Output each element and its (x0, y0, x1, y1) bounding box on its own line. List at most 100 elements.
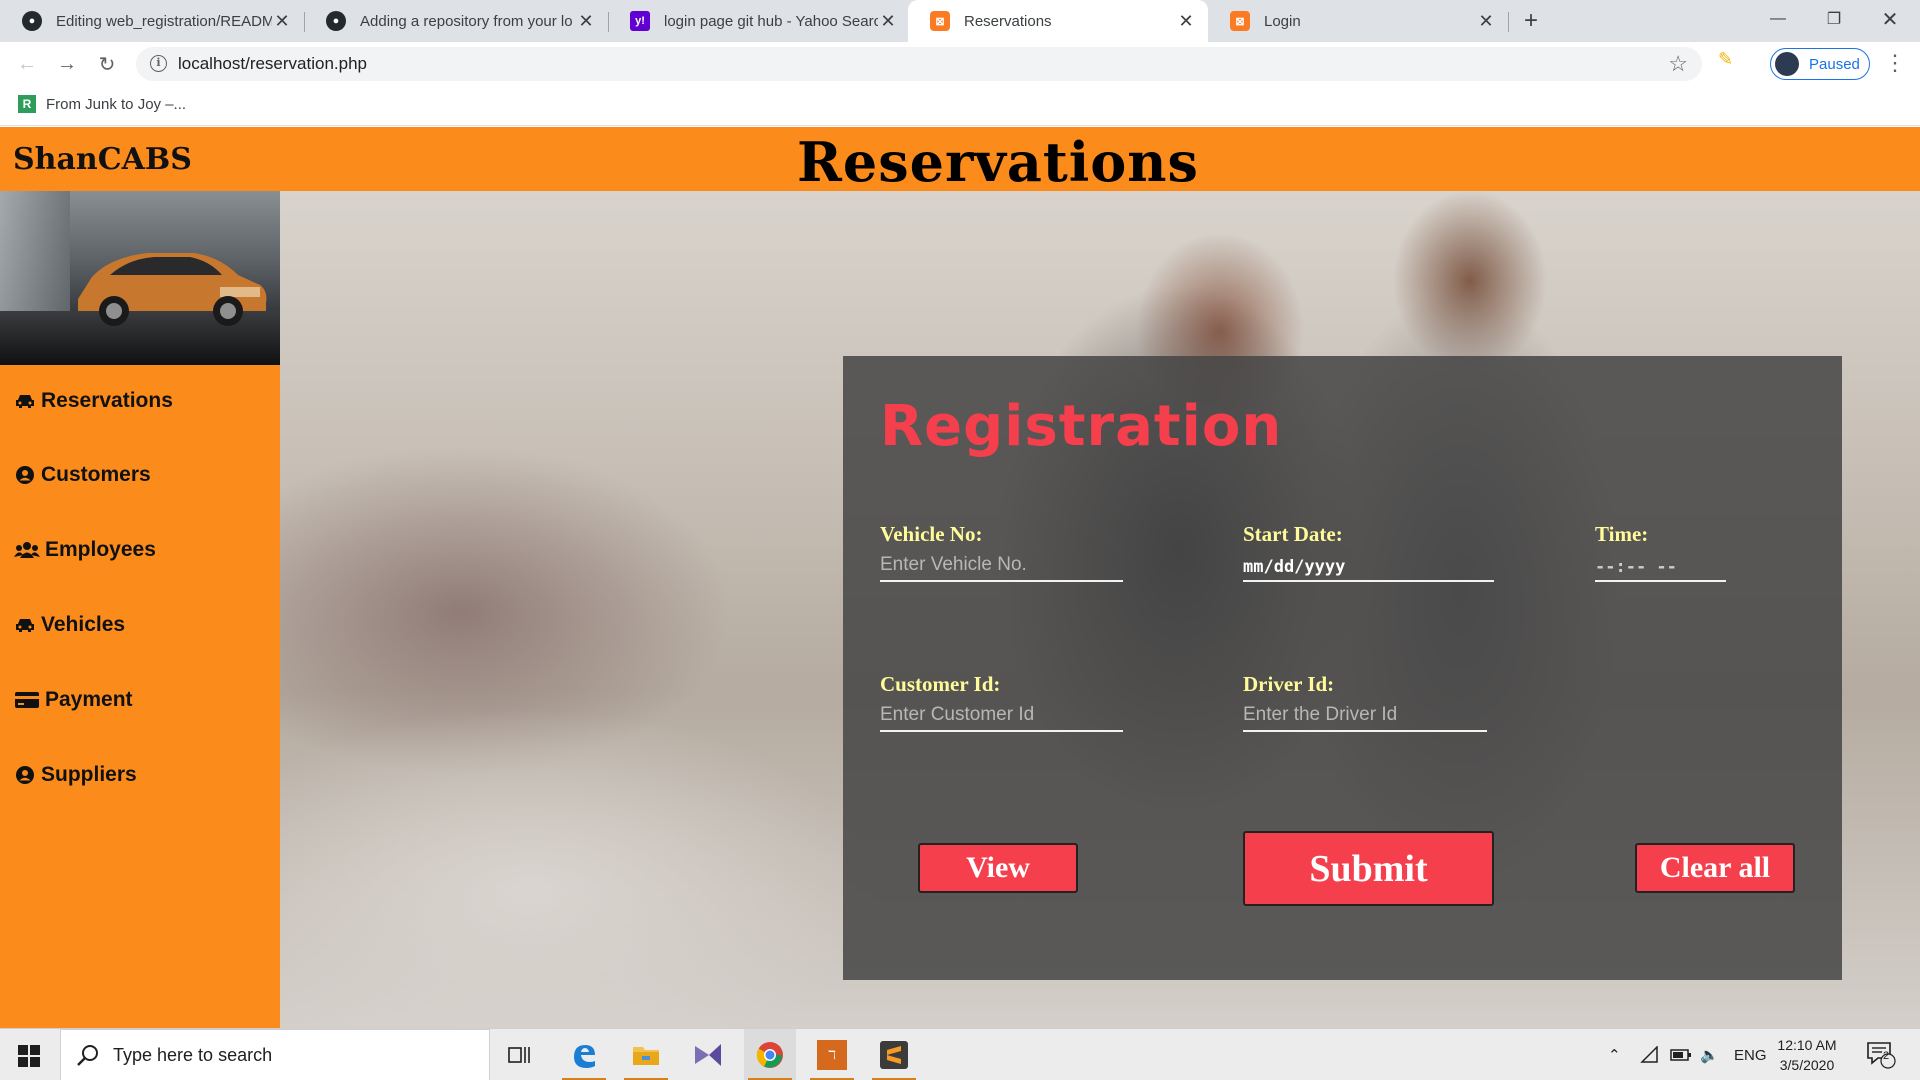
windows-start-icon[interactable] (18, 1045, 40, 1067)
volume-icon[interactable]: 🔈 (1700, 1029, 1719, 1080)
user-circle-icon (13, 466, 37, 484)
tab-login[interactable]: ⊠ Login ✕ (1208, 0, 1508, 42)
customer-id-input[interactable]: Enter Customer Id (880, 702, 1123, 732)
tab-reservations[interactable]: ⊠ Reservations ✕ (908, 0, 1208, 42)
sidebar-item-suppliers[interactable]: Suppliers (13, 763, 137, 787)
file-explorer-icon[interactable] (620, 1029, 672, 1080)
address-bar[interactable]: i localhost/reservation.php ☆ (136, 47, 1702, 81)
sublime-text-icon[interactable] (868, 1029, 920, 1080)
tab-yahoo-search[interactable]: y! login page git hub - Yahoo Searc ✕ (608, 0, 910, 42)
restore-button[interactable]: ❐ (1806, 0, 1862, 38)
taskbar-search[interactable]: Type here to search (60, 1029, 490, 1080)
driver-id-field: Driver Id: Enter the Driver Id (1243, 672, 1487, 732)
system-clock[interactable]: 12:10 AM 3/5/2020 (1772, 1035, 1842, 1075)
vehicle-no-label: Vehicle No: (880, 522, 983, 546)
url-text[interactable]: localhost/reservation.php (178, 54, 367, 74)
sidebar-item-label: Customers (41, 463, 151, 486)
sidebar-item-vehicles[interactable]: Vehicles (13, 613, 125, 637)
sidebar-item-label: Reservations (41, 389, 173, 412)
start-date-input[interactable]: mm/dd/yyyy (1243, 552, 1494, 582)
clear-all-button[interactable]: Clear all (1635, 843, 1795, 893)
users-icon (13, 541, 41, 559)
credit-card-icon (13, 692, 41, 708)
sidebar-item-label: Suppliers (41, 763, 137, 786)
tab-title: Login (1264, 12, 1301, 30)
chrome-icon[interactable] (744, 1029, 796, 1080)
view-button[interactable]: View (918, 843, 1078, 893)
input-language[interactable]: ENG (1734, 1029, 1767, 1080)
browser-toolbar: ← → ↻ i localhost/reservation.php ☆ (0, 42, 1920, 86)
forward-button[interactable]: → (52, 49, 82, 79)
driver-id-label: Driver Id: (1243, 672, 1335, 696)
bookmark-favicon-icon: R (18, 95, 36, 113)
tab-title: Reservations (964, 12, 1052, 30)
close-window-button[interactable]: ✕ (1862, 0, 1918, 38)
task-view-icon[interactable] (494, 1029, 546, 1080)
sidebar-item-employees[interactable]: Employees (13, 538, 156, 562)
sidebar-item-label: Payment (45, 688, 133, 711)
sidebar-item-label: Vehicles (41, 613, 126, 636)
back-button[interactable]: ← (12, 49, 42, 79)
profile-status: Paused (1809, 55, 1860, 73)
close-tab-icon[interactable]: ✕ (878, 11, 898, 32)
form-heading: Registration (880, 394, 1283, 459)
car-icon (13, 393, 37, 409)
sidebar-item-reservations[interactable]: Reservations (13, 389, 173, 413)
xampp-taskbar-icon[interactable]: ℸ (806, 1029, 858, 1080)
start-date-label: Start Date: (1243, 522, 1343, 546)
page-title: Reservations (797, 130, 1199, 194)
network-icon[interactable] (1640, 1029, 1660, 1080)
bookmark-item[interactable]: R From Junk to Joy –... (18, 95, 186, 113)
highlighter-extension-icon[interactable]: ✎ (1718, 49, 1740, 71)
visual-studio-icon[interactable] (682, 1029, 734, 1080)
start-date-field: Start Date: mm/dd/yyyy (1243, 522, 1494, 582)
sidebar: Reservations Customers Employees Vehicle… (0, 191, 280, 1028)
profile-button[interactable]: Paused (1770, 48, 1870, 80)
car-icon (13, 617, 37, 633)
page-viewport: ShanCABS Reservations Reservations Custo… (0, 127, 1920, 1028)
browser-menu-icon[interactable]: ⋮ (1884, 52, 1906, 74)
bookmarks-bar: R From Junk to Joy –... (0, 86, 1920, 126)
tab-editing-readme[interactable]: ● Editing web_registration/READM ✕ (0, 0, 304, 42)
xampp-icon: ⊠ (1230, 11, 1250, 31)
customer-id-field: Customer Id: Enter Customer Id (880, 672, 1123, 732)
driver-id-input[interactable]: Enter the Driver Id (1243, 702, 1487, 732)
vehicle-no-field: Vehicle No: Enter Vehicle No. (880, 522, 1123, 582)
windows-taskbar: Type here to search ℸ ⌃ 🔈 ENG 12:10 AM 3… (0, 1028, 1920, 1080)
edge-icon[interactable] (558, 1029, 610, 1080)
user-circle-icon (13, 766, 37, 784)
time-field: Time: --:-- -- (1595, 522, 1726, 582)
sidebar-car-image (0, 191, 280, 365)
minimize-button[interactable]: — (1750, 0, 1806, 38)
battery-icon[interactable] (1670, 1029, 1692, 1080)
avatar (1775, 52, 1799, 76)
close-tab-icon[interactable]: ✕ (576, 11, 596, 32)
show-hidden-icons-icon[interactable]: ⌃ (1608, 1029, 1621, 1080)
sidebar-item-payment[interactable]: Payment (13, 688, 133, 712)
search-icon (77, 1045, 98, 1066)
tab-adding-repository[interactable]: ● Adding a repository from your lo ✕ (304, 0, 608, 42)
car-illustration (78, 253, 267, 326)
sidebar-item-label: Employees (45, 538, 156, 561)
bookmark-label: From Junk to Joy –... (46, 95, 187, 113)
time-label: Time: (1595, 522, 1649, 546)
github-icon: ● (22, 11, 42, 31)
tab-title: login page git hub - Yahoo Searc (664, 12, 878, 30)
content-background: Registration Vehicle No: Enter Vehicle N… (280, 191, 1920, 1028)
bookmark-star-icon[interactable]: ☆ (1668, 51, 1688, 77)
close-tab-icon[interactable]: ✕ (272, 11, 292, 32)
action-center-icon[interactable]: 2 (1866, 1029, 1896, 1080)
clock-time: 12:10 AM (1777, 1037, 1837, 1053)
reload-button[interactable]: ↻ (92, 49, 122, 79)
time-input[interactable]: --:-- -- (1595, 552, 1726, 582)
new-tab-button[interactable]: + (1516, 6, 1546, 36)
close-tab-icon[interactable]: ✕ (1176, 11, 1196, 32)
submit-button[interactable]: Submit (1243, 831, 1494, 906)
vehicle-no-input[interactable]: Enter Vehicle No. (880, 552, 1123, 582)
notification-count-badge: 2 (1883, 1050, 1890, 1062)
tab-title: Adding a repository from your lo (360, 12, 573, 30)
site-info-icon[interactable]: i (150, 55, 167, 72)
close-tab-icon[interactable]: ✕ (1476, 11, 1496, 32)
github-icon: ● (326, 11, 346, 31)
sidebar-item-customers[interactable]: Customers (13, 463, 151, 487)
